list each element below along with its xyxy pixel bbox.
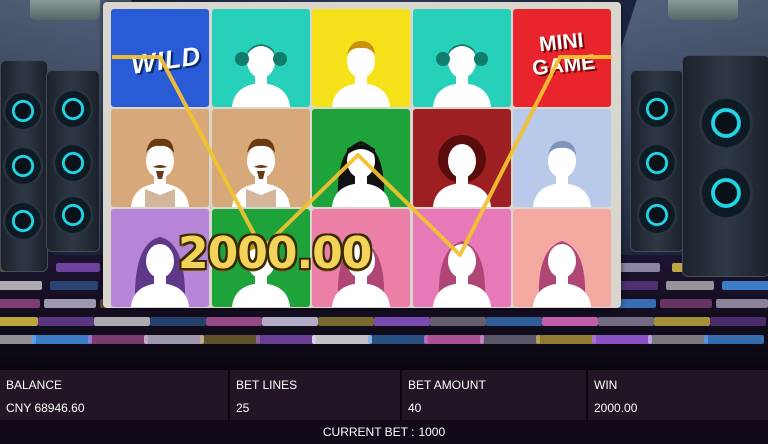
floor-tile	[616, 263, 660, 272]
reel-symbol-girl-pigtails	[211, 9, 310, 107]
mini-game-label: MINI GAME	[531, 28, 597, 81]
bet-amount-panel[interactable]: BET AMOUNT 40	[402, 370, 588, 422]
floor-tile	[368, 335, 428, 344]
floor-tile	[654, 317, 710, 326]
reel-symbol-boy	[312, 9, 410, 107]
floor-tile	[200, 335, 260, 344]
info-bar: BALANCE CNY 68946.60 BET LINES 25 BET AM…	[0, 368, 768, 422]
speaker-right-outer	[682, 55, 768, 277]
reel-symbol-woman-long	[412, 209, 511, 307]
floor-tile	[32, 335, 92, 344]
woman-long-avatar-icon	[432, 241, 491, 307]
woman-afro-avatar-icon	[432, 135, 491, 207]
floor-tile	[598, 317, 654, 326]
girl-pigtails-avatar-icon	[231, 44, 290, 107]
floor-tile	[88, 335, 148, 344]
bet-lines-label: BET LINES	[236, 378, 298, 392]
speaker-left-outer	[0, 60, 48, 272]
bet-lines-panel[interactable]: BET LINES 25	[230, 370, 402, 422]
floor-tile	[716, 299, 768, 308]
girl-pigtails-avatar-icon	[432, 44, 491, 107]
floor-tile	[374, 317, 430, 326]
floor-tile	[44, 299, 96, 308]
speaker-left-inner	[46, 70, 100, 252]
reel-symbol-man-mustache	[211, 109, 310, 207]
floor-tile	[144, 335, 204, 344]
floor-tile	[94, 317, 150, 326]
slot-stage: WILD MINI GAME 2000.00	[0, 0, 768, 368]
floor-tile	[536, 335, 596, 344]
floor-tile	[704, 335, 764, 344]
reel-symbol-woman-afro	[412, 109, 511, 207]
man-mustache-avatar-icon	[231, 138, 290, 207]
reel-symbol-mini-game: MINI GAME	[513, 9, 611, 107]
floor-tile	[262, 317, 318, 326]
stage-lamp-right	[668, 0, 738, 20]
balance-value: CNY 68946.60	[6, 401, 85, 415]
floor-tile	[0, 299, 40, 308]
wild-label: WILD	[129, 40, 204, 80]
reel-symbol-wild: WILD	[111, 9, 209, 107]
win-amount-display: 2000.00	[178, 228, 372, 279]
win-label: WIN	[594, 378, 618, 392]
current-bet-label: CURRENT BET :	[322, 425, 415, 439]
floor-tile	[710, 317, 766, 326]
woman-bob-avatar-icon	[332, 141, 390, 207]
floor-tile	[318, 317, 374, 326]
reel-symbol-woman-bob	[312, 109, 410, 207]
floor-tile	[666, 281, 714, 290]
floor-tile	[0, 281, 42, 290]
reel-symbol-girl-pigtails	[412, 9, 511, 107]
man-short-avatar-icon	[533, 141, 591, 207]
floor-tile	[424, 335, 484, 344]
reel-symbol-woman-long	[513, 209, 611, 307]
win-value: 2000.00	[594, 401, 638, 415]
floor-tile	[430, 317, 486, 326]
floor-tile	[480, 335, 540, 344]
floor-tile	[38, 317, 94, 326]
floor-tile	[256, 335, 316, 344]
bet-lines-value[interactable]: 25	[236, 401, 249, 415]
floor-tile	[50, 281, 98, 290]
boy-avatar-icon	[332, 41, 390, 107]
win-panel: WIN 2000.00	[588, 370, 768, 422]
man-mustache-avatar-icon	[131, 138, 189, 207]
current-bet-value: 1000	[418, 425, 446, 439]
current-bet-bar: CURRENT BET : 1000	[0, 420, 768, 444]
floor-tile	[722, 281, 768, 290]
balance-panel: BALANCE CNY 68946.60	[0, 370, 230, 422]
floor-tile	[648, 335, 708, 344]
reel-symbol-man-mustache	[111, 109, 209, 207]
floor-tile	[0, 317, 38, 326]
stage-lamp-left	[30, 0, 100, 20]
floor-tile	[312, 335, 372, 344]
floor-tile	[0, 335, 36, 344]
floor-tile	[56, 263, 100, 272]
reel-symbol-man-short	[513, 109, 611, 207]
floor-tile	[206, 317, 262, 326]
floor-tile	[150, 317, 206, 326]
bet-amount-label: BET AMOUNT	[408, 378, 486, 392]
floor-tile	[592, 335, 652, 344]
bet-amount-value[interactable]: 40	[408, 401, 421, 415]
floor-tile	[486, 317, 542, 326]
woman-long-avatar-icon	[533, 241, 591, 307]
balance-label: BALANCE	[6, 378, 63, 392]
speaker-right-inner	[630, 70, 684, 252]
floor-tile	[542, 317, 598, 326]
floor-tile	[660, 299, 712, 308]
